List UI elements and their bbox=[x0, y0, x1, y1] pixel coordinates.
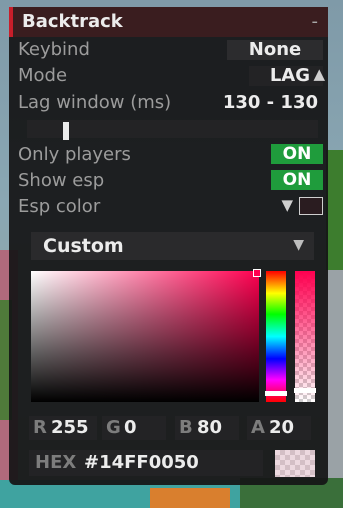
module-title: Backtrack bbox=[22, 11, 123, 32]
chevron-down-icon: ▼ bbox=[293, 237, 304, 253]
slider-thumb[interactable] bbox=[63, 122, 69, 140]
blue-label: B bbox=[179, 417, 193, 438]
sv-cursor[interactable] bbox=[253, 269, 261, 277]
only-players-toggle[interactable]: ON bbox=[271, 144, 323, 164]
esp-color-label: Esp color bbox=[18, 196, 101, 217]
color-preview-swatch bbox=[275, 450, 315, 477]
lag-window-row: Lag window (ms) 130 - 130 bbox=[9, 91, 328, 115]
collapse-button[interactable]: - bbox=[312, 11, 319, 32]
hex-field[interactable]: HEX #14FF0050 bbox=[29, 450, 263, 476]
keybind-value[interactable]: None bbox=[227, 40, 323, 60]
alpha-cursor[interactable] bbox=[294, 388, 316, 393]
mode-value[interactable]: LAG bbox=[270, 65, 310, 86]
hue-cursor[interactable] bbox=[265, 391, 287, 396]
green-value[interactable]: 0 bbox=[124, 417, 137, 438]
mode-row[interactable]: Mode LAG ▲ bbox=[9, 64, 328, 88]
chevron-down-icon[interactable]: ▼ bbox=[281, 196, 293, 214]
red-field[interactable]: R 255 bbox=[29, 416, 97, 440]
alpha-field[interactable]: A 20 bbox=[247, 416, 311, 440]
show-esp-label: Show esp bbox=[18, 170, 105, 191]
hex-label: HEX bbox=[35, 452, 77, 473]
only-players-label: Only players bbox=[18, 144, 131, 165]
show-esp-toggle[interactable]: ON bbox=[271, 170, 323, 190]
mode-label: Mode bbox=[18, 65, 68, 86]
chevron-up-icon[interactable]: ▲ bbox=[313, 65, 325, 83]
color-preset-dropdown[interactable]: Custom ▼ bbox=[31, 232, 314, 260]
green-field[interactable]: G 0 bbox=[102, 416, 166, 440]
hex-value[interactable]: #14FF0050 bbox=[84, 452, 199, 473]
alpha-value[interactable]: 20 bbox=[269, 417, 294, 438]
keybind-label: Keybind bbox=[18, 39, 90, 60]
esp-color-swatch[interactable] bbox=[299, 197, 323, 215]
hue-slider[interactable] bbox=[265, 271, 287, 402]
module-panel: Backtrack - Keybind None Mode LAG ▲ Lag … bbox=[9, 7, 328, 485]
red-label: R bbox=[33, 417, 47, 438]
keybind-row[interactable]: Keybind None bbox=[9, 38, 328, 62]
show-esp-row[interactable]: Show esp ON bbox=[9, 169, 328, 193]
esp-color-row[interactable]: Esp color ▼ bbox=[9, 195, 328, 219]
green-label: G bbox=[106, 417, 121, 438]
red-value[interactable]: 255 bbox=[51, 417, 89, 438]
only-players-row[interactable]: Only players ON bbox=[9, 143, 328, 167]
lag-window-label: Lag window (ms) bbox=[18, 92, 172, 113]
lag-window-slider[interactable] bbox=[27, 120, 318, 140]
blue-field[interactable]: B 80 bbox=[175, 416, 239, 440]
preset-label: Custom bbox=[43, 235, 124, 257]
alpha-label: A bbox=[251, 417, 265, 438]
lag-window-value: 130 - 130 bbox=[222, 92, 318, 113]
alpha-slider[interactable] bbox=[294, 271, 316, 402]
module-header[interactable]: Backtrack - bbox=[9, 7, 328, 37]
saturation-value-picker[interactable] bbox=[31, 269, 261, 402]
blue-value[interactable]: 80 bbox=[197, 417, 222, 438]
